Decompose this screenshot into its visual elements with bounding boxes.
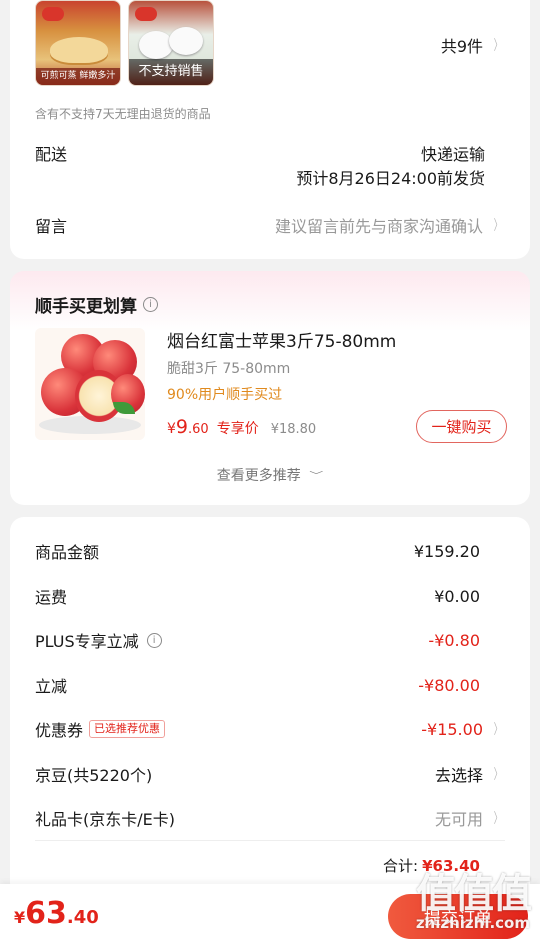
bottom-price-decimal: .40 <box>66 907 99 928</box>
summary-row-plus-discount: PLUS专享立减 i -¥0.80 <box>35 628 505 652</box>
info-icon[interactable]: i <box>146 632 162 648</box>
product-spec: 脆甜3斤 75-80mm <box>167 361 291 377</box>
bun-image <box>169 27 203 55</box>
recommend-title-text: 顺手买更划算 <box>35 297 137 317</box>
recommend-card: 顺手买更划算 i 烟台红富士苹果3斤75-80mm 脆甜3斤 75-80mm 9… <box>10 271 530 505</box>
brand-logo-icon <box>42 7 64 21</box>
thumbnail-caption: 不支持销售 <box>129 59 213 85</box>
price-integer: 9 <box>175 416 189 438</box>
summary-label: PLUS专享立减 <box>35 632 139 651</box>
delivery-estimate: 预计8月26日24:00前发货 <box>296 169 485 188</box>
summary-row-shipping: 运费 ¥0.00 <box>35 584 505 608</box>
summary-row-instant-discount: 立减 -¥80.00 <box>35 673 505 697</box>
chevron-right-icon: 〉 <box>493 38 503 54</box>
summary-value: 无可用 <box>434 810 483 829</box>
product-name[interactable]: 烟台红富士苹果3斤75-80mm <box>167 327 396 352</box>
recommend-title: 顺手买更划算 i <box>35 292 158 317</box>
thumbnail-caption: 可煎可蒸 鲜嫩多汁 <box>36 68 120 85</box>
summary-row-goods: 商品金额 ¥159.20 <box>35 539 505 563</box>
item-count: 共9件 <box>440 37 483 56</box>
summary-label: 运费 <box>35 588 68 607</box>
watermark-url: zhizhizhi.com <box>415 914 530 932</box>
product-social-proof: 90%用户顺手买过 <box>167 387 283 403</box>
site-watermark: 值值值 zhizhizhi.com <box>390 871 532 942</box>
see-more-label: 查看更多推荐 <box>216 468 301 484</box>
summary-row-jd-beans[interactable]: 京豆(共5220个) 去选择 〉 <box>35 762 505 786</box>
summary-row-gift-card[interactable]: 礼品卡(京东卡/E卡) 无可用 〉 <box>35 806 505 830</box>
summary-label: 立减 <box>35 677 68 696</box>
apple-product-image[interactable] <box>35 328 145 440</box>
brand-logo-icon <box>135 7 157 21</box>
summary-value: -¥80.00 <box>418 675 480 695</box>
chevron-right-icon: 〉 <box>493 218 503 234</box>
price-tag: 专享价 <box>216 421 259 437</box>
product-thumbnail-1[interactable]: 可煎可蒸 鲜嫩多汁 <box>35 0 121 86</box>
bottom-price-integer: 63 <box>25 896 67 931</box>
divider <box>35 840 505 841</box>
summary-value: ¥159.20 <box>413 541 480 561</box>
dumpling-image <box>50 37 108 63</box>
summary-row-coupon[interactable]: 优惠券 已选推荐优惠 -¥15.00 〉 <box>35 717 505 741</box>
message-label: 留言 <box>35 217 68 236</box>
info-icon[interactable]: i <box>143 297 158 312</box>
chevron-right-icon: 〉 <box>493 811 503 827</box>
product-thumbnail-2[interactable]: 不支持销售 <box>128 0 214 86</box>
bottom-price-symbol: ¥ <box>14 908 26 927</box>
bottom-price: ¥ 63 .40 <box>14 896 99 931</box>
bun-image <box>139 31 173 59</box>
delivery-method[interactable]: 快递运输 <box>421 141 485 165</box>
summary-label: 礼品卡(京东卡/E卡) <box>35 810 175 829</box>
watermark-logo-text: 值值值 <box>416 871 532 917</box>
summary-label: 京豆(共5220个) <box>35 766 153 785</box>
delivery-label: 配送 <box>35 145 68 164</box>
price-summary-card: 商品金额 ¥159.20 运费 ¥0.00 PLUS专享立减 i -¥0.80 … <box>10 517 530 897</box>
summary-value: 去选择 <box>434 766 483 785</box>
summary-value: -¥0.80 <box>428 630 480 650</box>
one-click-buy-button[interactable]: 一键购买 <box>416 410 507 443</box>
price-symbol: ¥ <box>167 421 176 437</box>
summary-value: -¥15.00 <box>421 719 483 739</box>
price-decimal: .60 <box>188 422 209 437</box>
chevron-right-icon: 〉 <box>493 722 503 738</box>
summary-label: 优惠券 <box>35 721 84 740</box>
return-notice: 含有不支持7天无理由退货的商品 <box>35 107 211 121</box>
chevron-right-icon: 〉 <box>493 767 503 783</box>
see-more-recommend-link[interactable]: 查看更多推荐 ﹀ <box>10 465 530 485</box>
summary-label: 商品金额 <box>35 543 100 562</box>
item-count-link[interactable]: 共9件 〉 <box>441 33 505 57</box>
chevron-down-icon: ﹀ <box>309 470 324 481</box>
order-info-card: 可煎可蒸 鲜嫩多汁 不支持销售 共9件 〉 含有不支持7天无理由退货的商品 配送… <box>10 0 530 259</box>
product-price-line: ¥ 9 .60 专享价 ¥18.80 <box>167 416 316 438</box>
coupon-badge: 已选推荐优惠 <box>89 720 166 738</box>
message-placeholder: 建议留言前先与商家沟通确认 <box>274 217 483 236</box>
original-price: ¥18.80 <box>270 422 317 437</box>
summary-value: ¥0.00 <box>434 586 480 606</box>
message-row[interactable]: 留言 建议留言前先与商家沟通确认 〉 <box>35 213 505 237</box>
